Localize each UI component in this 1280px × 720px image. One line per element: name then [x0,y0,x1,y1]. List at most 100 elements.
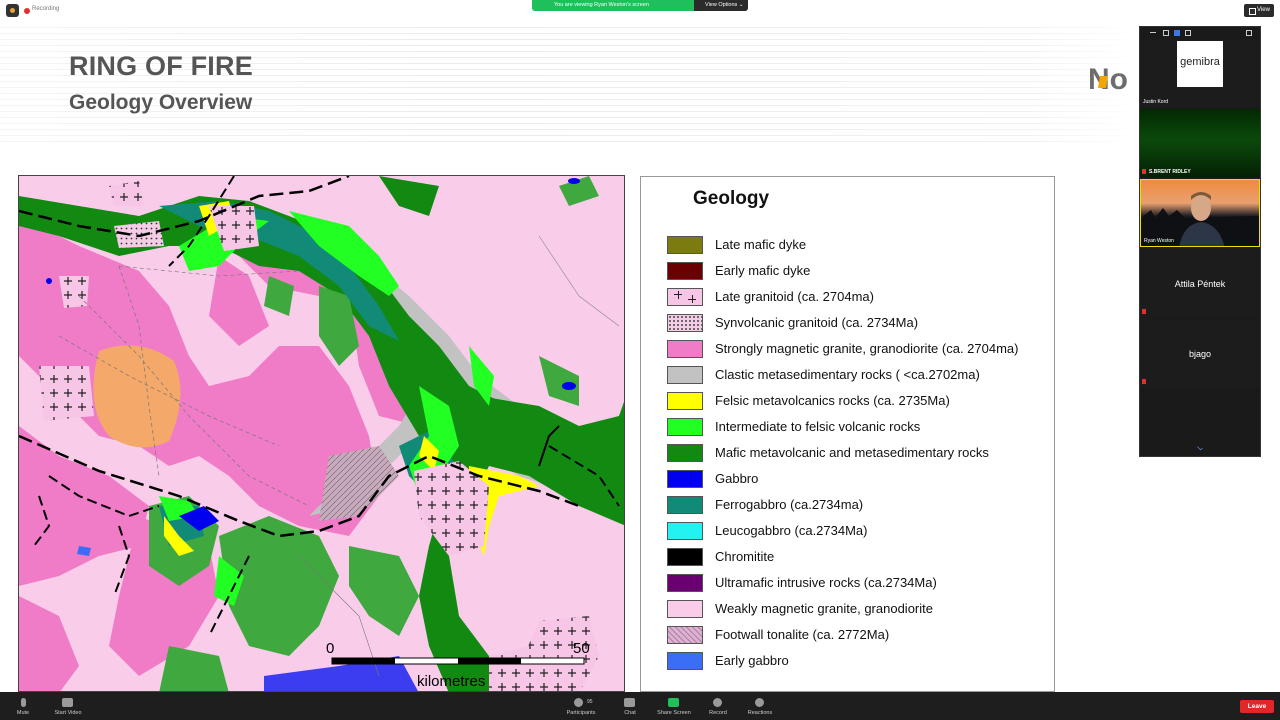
participant-logo-text: gemibra [1180,56,1220,68]
minimize-icon[interactable] [1150,30,1156,33]
slide-title: RING OF FIRE [69,51,253,81]
legend-item: Clastic metasedimentary rocks ( <ca.2702… [667,366,1047,384]
legend-swatch [667,314,703,332]
legend-label: Leucogabbro (ca.2734Ma) [715,523,868,538]
legend-item: Synvolcanic granitoid (ca. 2734Ma) [667,314,1047,332]
company-logo: No [1088,63,1128,94]
meeting-toolbar: Mute Start Video 95 Participants Chat Sh… [0,692,1280,720]
top-bar: Recording You are viewing Ryan Weston's … [0,0,1280,22]
legend-label: Synvolcanic granitoid (ca. 2734Ma) [715,315,919,330]
scroll-down-icon[interactable] [1197,444,1203,451]
scale-unit-label: kilometres [417,673,485,690]
mic-muted-icon [1142,169,1146,174]
legend-label: Clastic metasedimentary rocks ( <ca.2702… [715,367,980,382]
view-button[interactable]: View [1244,4,1274,17]
participants-button[interactable]: 95 Participants [559,696,603,720]
chat-button[interactable]: Chat [608,696,652,720]
share-banner: You are viewing Ryan Weston's screen Vie… [532,0,748,11]
participant-tile[interactable]: bjago [1140,319,1260,387]
mute-label: Mute [16,710,30,716]
mute-button[interactable]: Mute [1,696,45,720]
participants-count: 95 [587,699,593,705]
legend-item: Gabbro [667,470,1047,488]
legend-swatch [667,522,703,540]
legend-item: Early mafic dyke [667,262,1047,280]
participant-tile[interactable]: S.BRENT RIDLEY [1140,109,1260,177]
legend-label: Footwall tonalite (ca. 2772Ma) [715,627,890,642]
legend-swatch [667,288,703,306]
legend-swatch [667,652,703,670]
geology-legend: Geology Late mafic dyke Early mafic dyke L… [640,176,1055,692]
participant-name: Justin Kord [1143,99,1169,105]
leave-button[interactable]: Leave [1240,700,1274,713]
legend-item: Mafic metavolcanic and metasedimentary r… [667,444,1047,462]
slide-subtitle: Geology Overview [69,91,253,114]
legend-item: Early gabbro [667,652,1047,670]
legend-label: Intermediate to felsic volcanic rocks [715,419,921,434]
share-screen-label: Share Screen [657,710,691,716]
legend-label: Ferrogabbro (ca.2734ma) [715,497,864,512]
legend-title: Geology [693,188,770,209]
legend-item: Chromitite [667,548,1047,566]
strip-view-icon[interactable] [1174,30,1180,36]
legend-swatch [667,262,703,280]
legend-swatch [667,392,703,410]
participants-icon [574,698,583,707]
legend-label: Strongly magnetic granite, granodiorite … [715,341,1019,356]
legend-swatch [667,418,703,436]
participant-display-name: bjago [1188,349,1212,359]
video-panel: gemibra Justin Kord S.BRENT RIDLEY Ryan … [1139,26,1261,457]
scale-start-label: 0 [326,640,334,657]
share-banner-text: You are viewing Ryan Weston's screen [554,2,649,8]
legend-swatch [667,470,703,488]
legend-item: Weakly magnetic granite, granodiorite [667,600,1047,618]
reactions-icon [755,698,764,707]
mic-muted-icon [1142,379,1146,384]
speaker-view-icon[interactable] [1163,30,1169,36]
gallery-view-icon[interactable] [1185,30,1191,36]
legend-item: Late granitoid (ca. 2704ma) [667,288,1047,306]
scale-end-label: 50 [573,640,590,657]
legend-swatch [667,600,703,618]
legend-item: Ferrogabbro (ca.2734ma) [667,496,1047,514]
legend-label: Chromitite [715,549,775,564]
participant-tile-active[interactable]: Ryan Weston [1140,179,1260,247]
participant-display-name: Attila Péntek [1174,279,1226,289]
view-options-button[interactable]: View Options ⌄ [694,0,748,11]
legend-swatch [667,444,703,462]
legend-item: Intermediate to felsic volcanic rocks [667,418,1047,436]
legend-label: Gabbro [715,471,759,486]
participant-tile[interactable]: gemibra Justin Kord [1140,39,1260,107]
legend-swatch [667,548,703,566]
start-video-button[interactable]: Start Video [46,696,90,720]
legend-label: Late granitoid (ca. 2704ma) [715,289,874,304]
video-camera-icon [62,698,73,707]
recording-label: Recording [32,6,60,12]
participant-name: S.BRENT RIDLEY [1149,169,1191,175]
participant-name: Ryan Weston [1144,238,1174,244]
chat-icon [624,698,635,707]
company-logo-text: No [1088,63,1128,94]
share-screen-icon [668,698,679,707]
reactions-button[interactable]: Reactions [738,696,782,720]
legend-label: Felsic metavolcanics rocks (ca. 2735Ma) [715,393,950,408]
legend-item: Strongly magnetic granite, granodiorite … [667,340,1047,358]
legend-swatch [667,366,703,384]
view-button-label: View [1257,7,1270,13]
legend-item: Late mafic dyke [667,236,1047,254]
record-button[interactable]: Record [696,696,740,720]
share-screen-button[interactable]: Share Screen [652,696,696,720]
shared-slide: RING OF FIRE Geology Overview No 0 50 ki… [0,22,1138,692]
legend-label: Weakly magnetic granite, granodiorite [715,601,933,616]
legend-label: Early gabbro [715,653,789,668]
reactions-label: Reactions [747,710,773,716]
legend-label: Late mafic dyke [715,237,807,252]
zoom-window: Recording You are viewing Ryan Weston's … [0,0,1280,720]
legend-label: Early mafic dyke [715,263,811,278]
legend-swatch [667,626,703,644]
popout-icon[interactable] [1246,30,1252,36]
participant-tile[interactable]: Attila Péntek [1140,249,1260,317]
participant-video [1141,192,1259,246]
legend-swatch [667,236,703,254]
record-icon [713,698,722,707]
